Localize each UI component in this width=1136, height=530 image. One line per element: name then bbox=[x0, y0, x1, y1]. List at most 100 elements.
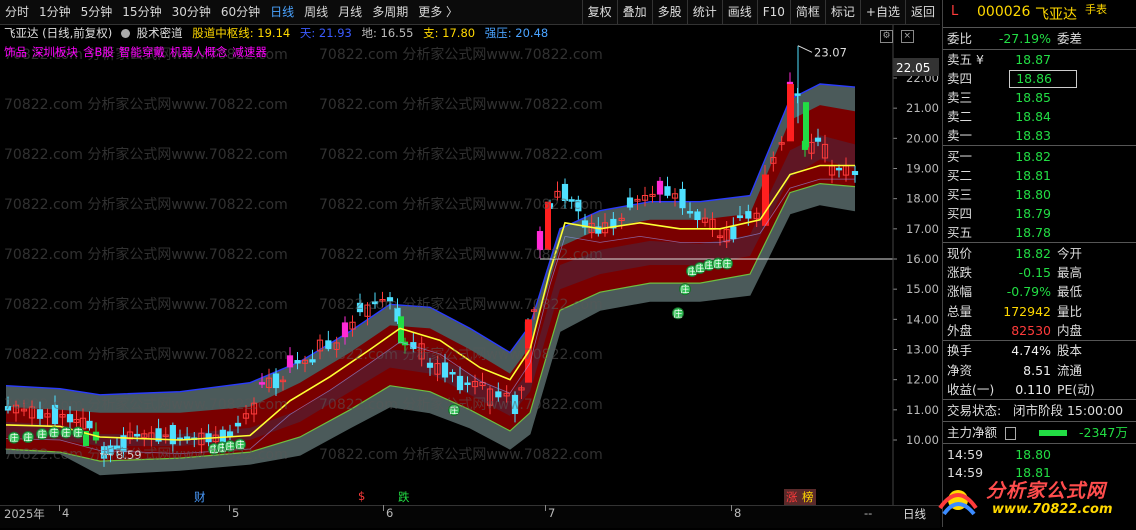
event-marker[interactable]: 财 bbox=[192, 489, 208, 505]
stock-title[interactable]: 飞亚达 (日线,前复权) bbox=[4, 26, 112, 40]
sector-tag[interactable]: 手表 bbox=[1085, 1, 1107, 17]
ask-row-label: 卖五 ¥ bbox=[947, 52, 984, 67]
period-tab[interactable]: 1分钟 bbox=[34, 0, 76, 24]
concept-tag[interactable]: 含B股 bbox=[83, 45, 114, 59]
main-flow-value: -2347万 bbox=[1079, 425, 1128, 440]
toolbar-button[interactable]: +自选 bbox=[859, 0, 905, 24]
period-tab[interactable]: 日线 bbox=[265, 0, 299, 24]
toolbar-button[interactable]: 画线 bbox=[721, 0, 757, 24]
period-tab[interactable]: 周线 bbox=[299, 0, 333, 24]
period-tab[interactable]: 5分钟 bbox=[76, 0, 118, 24]
commission-diff-label: 委差 bbox=[1057, 31, 1083, 46]
toolbar-button[interactable]: 返回 bbox=[904, 0, 940, 24]
kline-chart[interactable]: 23.078.59 庄庄庄庄庄庄庄庄庄 庄庄庄庄庄庄庄庄庄 22.0021.002… bbox=[0, 0, 940, 527]
quote-row-label: 现价 bbox=[947, 246, 973, 261]
candle-body bbox=[441, 362, 449, 378]
trade-status-row: 交易状态: 闭市阶段 15:00:00 bbox=[943, 401, 1136, 420]
period-tab[interactable]: 30分钟 bbox=[167, 0, 216, 24]
candle-body bbox=[100, 446, 108, 459]
candle-body bbox=[730, 226, 737, 240]
event-marker[interactable]: 跌 bbox=[396, 489, 412, 505]
y-tick-label: 14.00 bbox=[906, 312, 939, 326]
stock-name[interactable]: 飞亚达 bbox=[1035, 4, 1077, 24]
concept-tag[interactable]: 减速器 bbox=[232, 45, 267, 59]
toolbar-button[interactable]: 简框 bbox=[789, 0, 825, 24]
market-badge: L bbox=[951, 4, 959, 19]
toolbar-button[interactable]: 叠加 bbox=[616, 0, 652, 24]
commission-ratio-row: 委比 -27.19% 委差 bbox=[943, 29, 1136, 48]
y-tick-label: 12.00 bbox=[906, 373, 939, 387]
zhuang-signal-label: 庄 bbox=[226, 441, 235, 453]
period-tab[interactable]: 60分钟 bbox=[216, 0, 265, 24]
bid-row-value: 18.82 bbox=[1015, 149, 1051, 164]
concept-tag[interactable]: 机器人概念 bbox=[170, 45, 228, 59]
zoom-label[interactable]: -- bbox=[864, 506, 872, 520]
toolbar-button[interactable]: F10 bbox=[756, 0, 790, 24]
period-tab[interactable]: 更多 〉 bbox=[413, 0, 463, 24]
period-tab[interactable]: 分时 bbox=[0, 0, 34, 24]
quote-row-label2: 最低 bbox=[1057, 284, 1083, 300]
time-axis-tick bbox=[383, 505, 384, 511]
concept-tag[interactable]: 智能穿戴 bbox=[119, 45, 165, 59]
support-value: 17.80 bbox=[442, 26, 476, 40]
candle-body bbox=[745, 211, 752, 219]
y-tick-label: 10.00 bbox=[906, 433, 939, 447]
candle-body bbox=[511, 394, 519, 415]
concept-tags: 饰品 深圳板块 含B股 智能穿戴 机器人概念 减速器 bbox=[4, 44, 272, 60]
bid-row-label: 买五 bbox=[947, 225, 973, 240]
period-tab[interactable]: 15分钟 bbox=[117, 0, 166, 24]
close-icon[interactable]: × bbox=[900, 30, 914, 43]
pressure-label: 强压: bbox=[484, 26, 512, 40]
ask-row-label: 卖四 bbox=[947, 71, 973, 86]
stat-row-label: 收益(一) bbox=[947, 382, 995, 397]
period-tab[interactable]: 多周期 bbox=[367, 0, 413, 24]
bid-row: 买一 18.82 bbox=[943, 147, 1136, 166]
indicator-dot-icon[interactable] bbox=[120, 29, 130, 38]
candle-body bbox=[835, 167, 843, 171]
sky-label: 天: bbox=[299, 26, 316, 40]
center-line-label: 股道中枢线: bbox=[192, 26, 254, 40]
y-tick-label: 13.00 bbox=[906, 343, 939, 357]
zhuang-signal-label: 庄 bbox=[236, 439, 245, 451]
quote-row-value: -0.15 bbox=[1018, 265, 1051, 281]
zhuang-signal-label: 庄 bbox=[705, 260, 714, 272]
toolbar-button[interactable]: 复权 bbox=[581, 0, 617, 24]
event-marker[interactable]: 涨 bbox=[784, 489, 800, 505]
settings-icon[interactable]: ⚙ bbox=[880, 30, 893, 43]
period-tab[interactable]: 月线 bbox=[333, 0, 367, 24]
quote-row-label2: 最高 bbox=[1057, 265, 1083, 281]
stock-code[interactable]: 000026 bbox=[977, 4, 1030, 20]
quote-row-label: 涨幅 bbox=[947, 284, 973, 300]
candle-body-limit-up bbox=[545, 201, 551, 250]
ask-row-label: 卖三 bbox=[947, 90, 973, 105]
tick-row: 14:59 18.80 bbox=[943, 445, 1136, 464]
bid-row-label: 买二 bbox=[947, 168, 973, 183]
quote-row: 外盘 82530 内盘 bbox=[943, 321, 1136, 340]
time-axis bbox=[0, 505, 940, 528]
concept-tag[interactable]: 深圳板块 bbox=[32, 45, 78, 59]
document-icon[interactable] bbox=[1005, 427, 1016, 440]
ask-row: 卖一 18.83 bbox=[943, 126, 1136, 145]
time-axis-tick bbox=[59, 505, 60, 511]
toolbar-button[interactable]: 统计 bbox=[686, 0, 722, 24]
concept-tag[interactable]: 饰品 bbox=[4, 45, 27, 59]
ask-row-value: 18.84 bbox=[1015, 109, 1051, 124]
quote-panel: L 000026 飞亚达 手表 委比 -27.19% 委差 卖五 ¥18.87 卖… bbox=[942, 0, 1136, 527]
ground-label: 地: bbox=[361, 26, 377, 40]
main-flow-row: 主力净额 -2347万 bbox=[943, 423, 1136, 442]
time-axis-label: 6 bbox=[386, 506, 394, 520]
candle-body bbox=[86, 420, 93, 429]
event-marker[interactable]: 榜 bbox=[800, 489, 816, 505]
zhuang-signal-label: 庄 bbox=[50, 427, 59, 439]
indicator-info-line: 飞亚达 (日线,前复权) 股术密道 股道中枢线: 19.14 天: 21.93 … bbox=[4, 25, 548, 41]
event-marker[interactable]: $ bbox=[356, 489, 367, 503]
quote-row: 涨幅 -0.79% 最低 bbox=[943, 282, 1136, 301]
logo-text: 分析家公式网 bbox=[986, 480, 1107, 502]
candle-body bbox=[272, 373, 280, 389]
toolbar-button[interactable]: 多股 bbox=[651, 0, 687, 24]
indicator-name[interactable]: 股术密道 bbox=[137, 26, 183, 40]
period-label[interactable]: 日线 bbox=[903, 506, 926, 522]
time-axis-tick bbox=[229, 505, 230, 511]
low-marker-label: 8.59 bbox=[116, 448, 142, 462]
toolbar-button[interactable]: 标记 bbox=[824, 0, 860, 24]
